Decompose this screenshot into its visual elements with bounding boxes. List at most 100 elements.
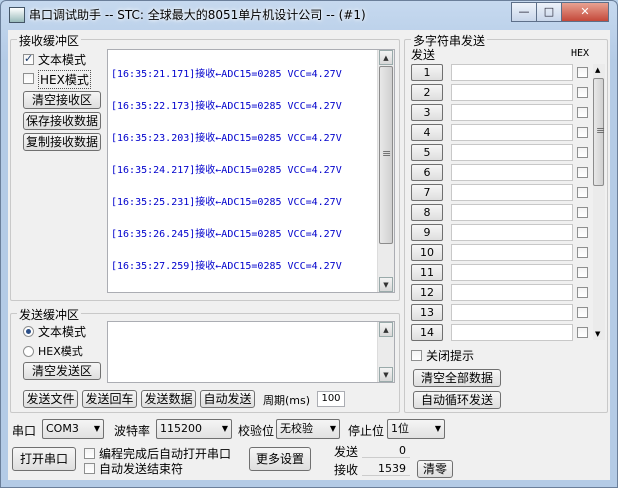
copy-receive-button[interactable]: 复制接收数据	[23, 133, 101, 151]
send-scroll-down-icon[interactable]: ▼	[379, 367, 393, 382]
multi-hex-checkbox[interactable]	[577, 147, 588, 158]
multi-hex-checkbox[interactable]	[577, 307, 588, 318]
send-scrollbar[interactable]: ▲ ▼	[377, 322, 394, 382]
send-text-mode-radio[interactable]	[23, 326, 34, 337]
multi-hex-checkbox[interactable]	[577, 267, 588, 278]
clear-all-button[interactable]: 清空全部数据	[413, 369, 501, 387]
multi-hex-checkbox[interactable]	[577, 327, 588, 338]
multi-send-input[interactable]	[451, 144, 573, 161]
receive-log-line: [16:35:21.171]接收←ADC15=0285 VCC=4.27V	[111, 69, 342, 80]
close-hint-label: 关闭提示	[426, 349, 475, 363]
maximize-button[interactable]: □	[536, 2, 562, 22]
multi-hex-checkbox[interactable]	[577, 67, 588, 78]
receive-log[interactable]: [16:35:21.171]接收←ADC15=0285 VCC=4.27V [16…	[107, 49, 395, 293]
multi-send-button[interactable]: 13	[411, 304, 443, 321]
stop-chevron-down-icon: ▼	[434, 424, 441, 433]
multi-send-input[interactable]	[451, 304, 573, 321]
baud-select[interactable]: 115200 ▼	[156, 419, 232, 439]
send-group-label: 发送缓冲区	[17, 306, 82, 323]
multi-send-button[interactable]: 10	[411, 244, 443, 261]
multi-scroll-up-icon[interactable]: ▲	[595, 66, 600, 74]
port-chevron-down-icon: ▼	[93, 424, 100, 433]
more-settings-button[interactable]: 更多设置	[249, 447, 311, 471]
multi-send-button[interactable]: 5	[411, 144, 443, 161]
multi-send-input[interactable]	[451, 264, 573, 281]
multi-send-button[interactable]: 1	[411, 64, 443, 81]
multi-hex-checkbox[interactable]	[577, 187, 588, 198]
multi-send-input[interactable]	[451, 124, 573, 141]
send-hex-mode-radio[interactable]	[23, 346, 34, 357]
stop-bits-select[interactable]: 1位 ▼	[387, 419, 445, 439]
multi-scroll-down-icon[interactable]: ▼	[595, 330, 600, 338]
clear-counts-button[interactable]: 清零	[417, 460, 453, 478]
multi-send-input[interactable]	[451, 224, 573, 241]
multi-hex-checkbox[interactable]	[577, 167, 588, 178]
multi-send-button[interactable]: 11	[411, 264, 443, 281]
sent-count-label: 发送	[334, 445, 359, 459]
multi-send-button[interactable]: 9	[411, 224, 443, 241]
multi-send-input[interactable]	[451, 244, 573, 261]
auto-send-button[interactable]: 自动发送	[200, 390, 255, 408]
auto-open-checkbox[interactable]	[84, 448, 95, 459]
receive-log-line: [16:35:24.217]接收←ADC15=0285 VCC=4.27V	[111, 165, 342, 176]
minimize-button[interactable]: —	[511, 2, 537, 22]
multi-hex-checkbox[interactable]	[577, 227, 588, 238]
send-file-button[interactable]: 发送文件	[23, 390, 78, 408]
scroll-up-icon[interactable]: ▲	[379, 50, 393, 65]
recv-hex-mode-checkbox[interactable]	[23, 73, 34, 84]
port-label: 串口	[12, 424, 37, 438]
period-input[interactable]: 100	[317, 391, 345, 407]
multi-send-input[interactable]	[451, 64, 573, 81]
multi-send-input[interactable]	[451, 84, 573, 101]
multi-hex-checkbox[interactable]	[577, 127, 588, 138]
multi-hex-header: HEX	[571, 48, 590, 59]
scroll-down-icon[interactable]: ▼	[379, 277, 393, 292]
multi-send-input[interactable]	[451, 184, 573, 201]
send-data-button[interactable]: 发送数据	[141, 390, 196, 408]
recv-count-value: 1539	[362, 461, 410, 476]
multi-send-button[interactable]: 12	[411, 284, 443, 301]
title-bar[interactable]: 串口调试助手 -- STC: 全球最大的8051单片机设计公司 -- (#1) …	[1, 1, 617, 27]
close-hint-checkbox[interactable]	[411, 350, 422, 361]
multi-send-button[interactable]: 4	[411, 124, 443, 141]
send-input[interactable]: ▲ ▼	[107, 321, 395, 383]
multi-scroll-thumb[interactable]	[593, 78, 605, 186]
scroll-thumb[interactable]	[379, 66, 393, 244]
multi-hex-checkbox[interactable]	[577, 287, 588, 298]
baud-value: 115200	[160, 422, 202, 435]
close-button[interactable]: ✕	[561, 2, 609, 22]
multi-send-button[interactable]: 3	[411, 104, 443, 121]
receive-group: 接收缓冲区 文本模式 HEX模式 清空接收区 保存接收数据 复制接收数据 [16…	[10, 32, 400, 301]
auto-end-checkbox[interactable]	[84, 463, 95, 474]
multi-send-input[interactable]	[451, 324, 573, 341]
port-select[interactable]: COM3 ▼	[42, 419, 104, 439]
multi-send-button[interactable]: 14	[411, 324, 443, 341]
recv-text-mode-checkbox[interactable]	[23, 52, 34, 65]
multi-send-input[interactable]	[451, 164, 573, 181]
clear-send-button[interactable]: 清空发送区	[23, 362, 101, 380]
parity-label: 校验位	[238, 424, 275, 438]
multi-send-button[interactable]: 7	[411, 184, 443, 201]
multi-hex-checkbox[interactable]	[577, 207, 588, 218]
auto-loop-send-button[interactable]: 自动循环发送	[413, 391, 501, 409]
multi-send-button[interactable]: 2	[411, 84, 443, 101]
open-port-button[interactable]: 打开串口	[12, 447, 76, 471]
multi-send-button[interactable]: 6	[411, 164, 443, 181]
multi-send-button[interactable]: 8	[411, 204, 443, 221]
send-enter-button[interactable]: 发送回车	[82, 390, 137, 408]
multi-hex-checkbox[interactable]	[577, 87, 588, 98]
multi-send-input[interactable]	[451, 284, 573, 301]
multi-send-input[interactable]	[451, 204, 573, 221]
multi-hex-checkbox[interactable]	[577, 107, 588, 118]
auto-end-label: 自动发送结束符	[99, 462, 184, 476]
send-scroll-up-icon[interactable]: ▲	[379, 322, 393, 337]
save-receive-button[interactable]: 保存接收数据	[23, 112, 101, 130]
multi-send-header: 发送	[411, 48, 436, 62]
receive-scrollbar[interactable]: ▲ ▼	[377, 50, 394, 292]
clear-receive-button[interactable]: 清空接收区	[23, 91, 101, 109]
parity-select[interactable]: 无校验 ▼	[276, 419, 340, 439]
parity-chevron-down-icon: ▼	[329, 424, 336, 433]
multi-send-input[interactable]	[451, 104, 573, 121]
multi-hex-checkbox[interactable]	[577, 247, 588, 258]
multi-scrollbar[interactable]: ▲ ▼	[593, 64, 605, 340]
